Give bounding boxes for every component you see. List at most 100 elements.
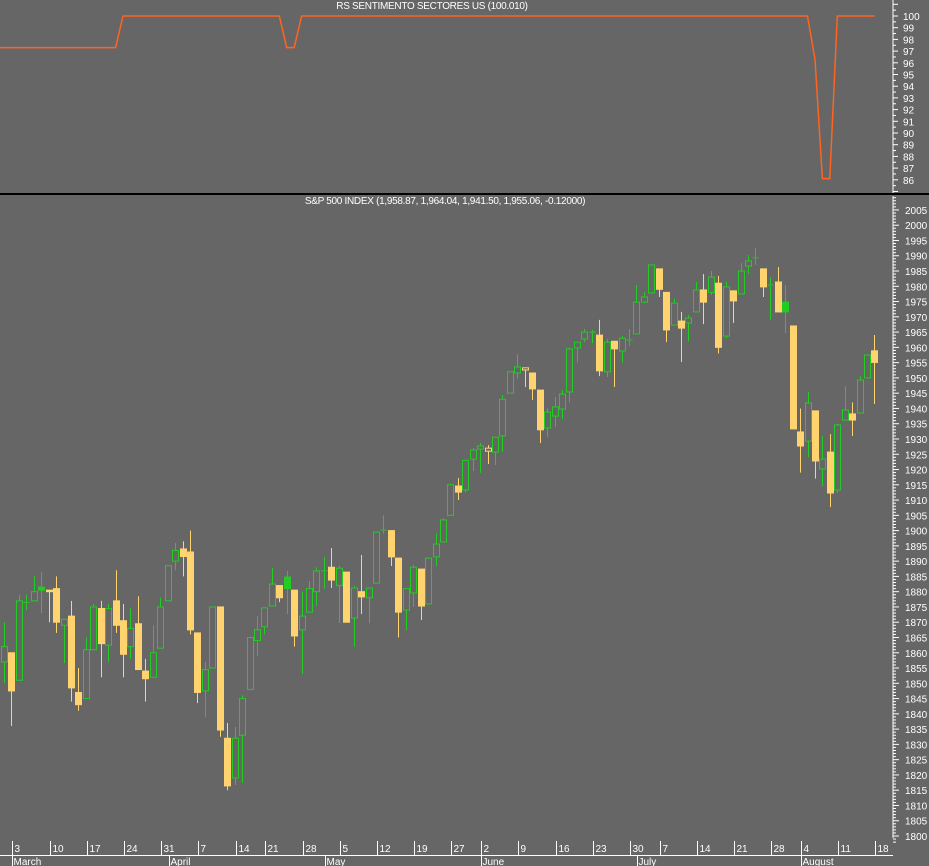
candle-body <box>83 649 90 700</box>
candle-up <box>470 448 477 472</box>
candle-up <box>499 395 506 453</box>
candle-up <box>313 567 320 607</box>
candle-body <box>864 354 871 379</box>
candle-body <box>46 589 53 593</box>
date-label: 7 <box>663 844 669 855</box>
rs-panel-title: RS SENTIMENTO SECTORES US (100.010) <box>336 1 528 12</box>
candle-down <box>395 557 402 638</box>
date-label: 5 <box>343 844 349 855</box>
date-label: 3 <box>15 844 21 855</box>
candle-body <box>38 586 45 591</box>
rs-axis-label: 89 <box>903 141 915 152</box>
candle-up <box>767 277 774 320</box>
price-axis-label: 1950 <box>905 374 928 385</box>
candle-up <box>507 371 514 394</box>
rs-axis-label: 91 <box>903 117 915 128</box>
candle-up <box>373 531 380 584</box>
candle-up <box>38 571 45 614</box>
candle-body <box>656 268 663 290</box>
price-axis-label: 1895 <box>905 542 928 553</box>
candle-down <box>537 389 544 443</box>
candle-body <box>492 436 499 453</box>
candle-body <box>760 268 767 288</box>
candle-down <box>135 596 142 671</box>
price-axis-label: 1900 <box>905 527 928 538</box>
price-axis-label: 1860 <box>905 649 928 660</box>
price-axis-label: 1925 <box>905 450 928 461</box>
candle-up <box>284 570 291 614</box>
candle-body <box>648 264 655 294</box>
price-axis-label: 1945 <box>905 389 928 400</box>
candle-body <box>581 331 588 340</box>
month-label: March <box>14 857 42 866</box>
candle-body <box>232 737 239 779</box>
rs-axis-label: 94 <box>903 82 915 93</box>
price-panel: 2005 2000 1995 1990 1985 1980 1975 1970 1965 1960… <box>1 196 928 843</box>
candle-body <box>299 615 306 631</box>
candle-up <box>559 390 566 420</box>
candle-up <box>127 608 134 659</box>
price-axis-label: 1910 <box>905 496 928 507</box>
candle-body <box>53 588 60 623</box>
date-label: 12 <box>380 844 392 855</box>
candle-body <box>105 607 112 646</box>
chart-canvas: 1009998979695949392919089888786 20052000… <box>0 0 929 866</box>
candle-down <box>113 570 120 633</box>
candle-body <box>336 567 343 587</box>
candle-up <box>626 329 633 347</box>
candle-up <box>492 436 499 465</box>
candle-body <box>775 281 782 313</box>
date-label: 4 <box>804 844 810 855</box>
candle-body <box>663 291 670 331</box>
candle-down <box>291 589 298 647</box>
candle-body <box>514 366 521 374</box>
candle-up <box>299 591 306 675</box>
candle-body <box>544 411 551 429</box>
candle-up <box>544 408 551 438</box>
price-axis-label: 1930 <box>905 435 928 446</box>
candle-body <box>247 636 254 690</box>
month-label: April <box>171 857 191 866</box>
month-label: May <box>327 857 346 866</box>
candle-up <box>105 603 112 662</box>
candle-up <box>247 636 254 690</box>
rs-axis-label: 99 <box>903 24 915 35</box>
candle-up <box>864 354 871 379</box>
date-label: 28 <box>774 844 786 855</box>
price-axis-label: 1880 <box>905 588 928 599</box>
candle-up <box>425 557 432 605</box>
candle-body <box>90 606 97 651</box>
candle-down <box>663 291 670 343</box>
date-label: 16 <box>559 844 571 855</box>
candle-body <box>596 334 603 372</box>
candle-up <box>306 580 313 613</box>
candle-up <box>321 556 328 589</box>
candle-down <box>187 530 194 635</box>
candle-down <box>75 668 82 711</box>
rs-axis-label: 97 <box>903 47 915 58</box>
candle-down <box>529 372 536 400</box>
candle-body <box>812 410 819 462</box>
candle-down <box>276 585 283 603</box>
candle-body <box>157 606 164 649</box>
price-axis-label: 1955 <box>905 359 928 370</box>
candle-body <box>827 451 834 494</box>
price-axis-label: 1990 <box>905 252 928 263</box>
candle-up <box>641 292 648 304</box>
candle-up <box>566 347 573 403</box>
candle-down <box>611 340 618 388</box>
candle-up <box>552 397 559 427</box>
candle-down <box>224 723 231 791</box>
candle-up <box>61 618 68 664</box>
rs-series-line <box>0 15 875 180</box>
candle-body <box>217 606 224 731</box>
candle-up <box>16 594 23 681</box>
candle-body <box>871 350 878 363</box>
candle-body <box>410 566 417 594</box>
rs-axis-label: 98 <box>903 35 915 46</box>
candle-body <box>358 591 365 598</box>
price-axis-label: 1920 <box>905 466 928 477</box>
price-axis-label: 1905 <box>905 511 928 522</box>
rs-axis-label: 92 <box>903 106 915 117</box>
candle-down <box>358 555 365 614</box>
